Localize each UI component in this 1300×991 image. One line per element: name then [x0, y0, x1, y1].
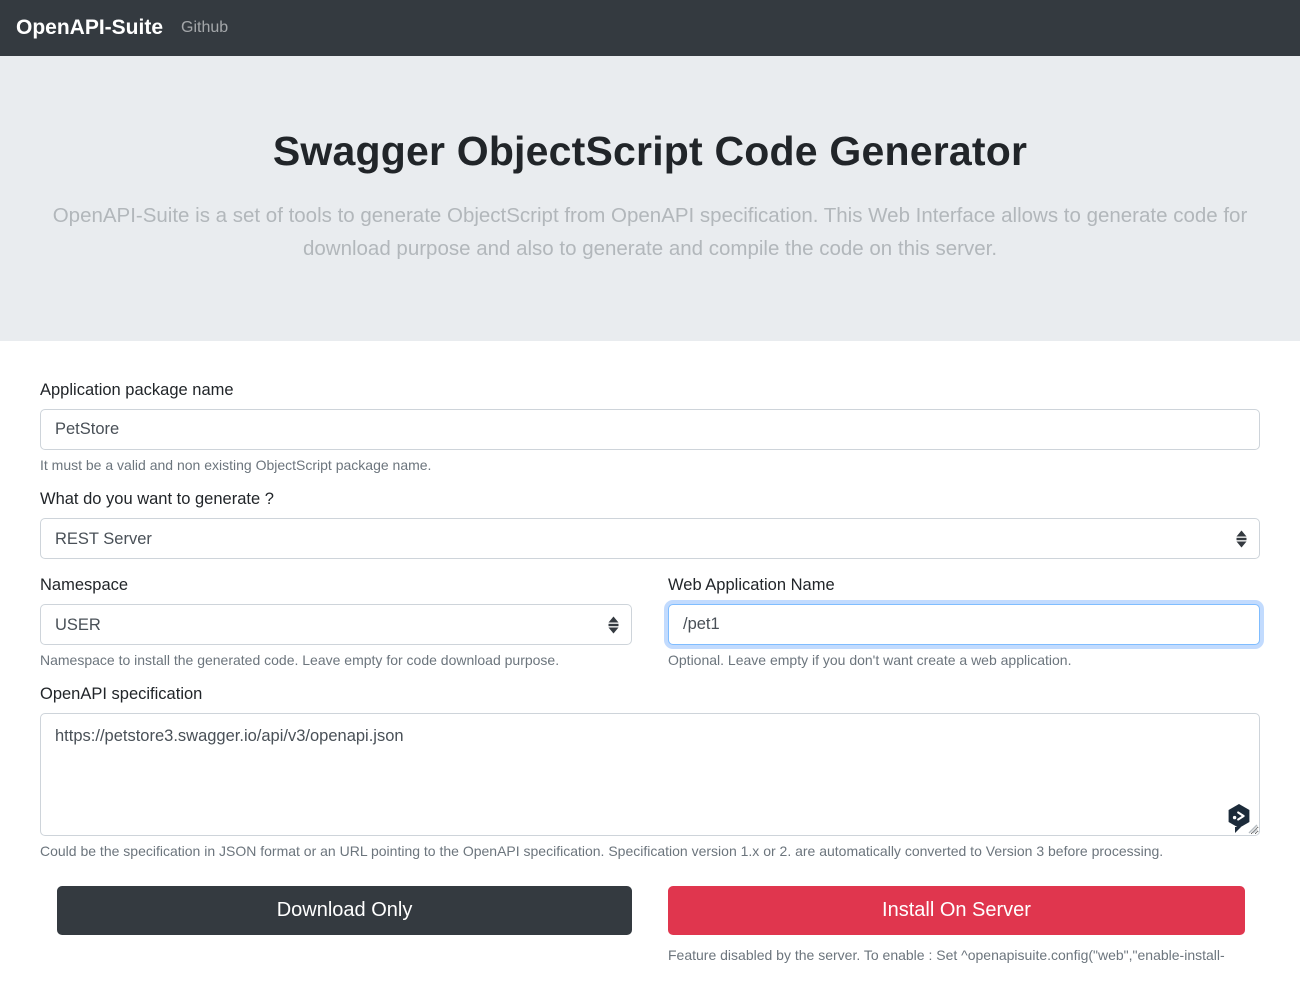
generate-type-select[interactable]: REST Server: [40, 518, 1260, 559]
webapp-group: Web Application Name Optional. Leave emp…: [668, 576, 1260, 668]
spec-help: Could be the specification in JSON forma…: [40, 843, 1260, 859]
spec-textarea[interactable]: https://petstore3.swagger.io/api/v3/open…: [40, 713, 1260, 836]
package-name-help: It must be a valid and non existing Obje…: [40, 457, 1260, 473]
namespace-label: Namespace: [40, 576, 128, 595]
spec-label: OpenAPI specification: [40, 685, 202, 704]
download-only-button[interactable]: Download Only: [57, 886, 632, 935]
page-title: Swagger ObjectScript Code Generator: [37, 128, 1263, 175]
namespace-help: Namespace to install the generated code.…: [40, 652, 632, 668]
namespace-select[interactable]: USER: [40, 604, 632, 645]
spec-group: OpenAPI specification https://petstore3.…: [40, 685, 1260, 859]
generator-form: Application package name It must be a va…: [40, 341, 1260, 963]
hexagon-code-badge-icon[interactable]: [1225, 803, 1253, 833]
package-name-input[interactable]: [40, 409, 1260, 450]
package-name-label: Application package name: [40, 381, 234, 400]
navbar-link-github[interactable]: Github: [181, 19, 228, 37]
webapp-name-input[interactable]: [668, 604, 1260, 645]
navbar-brand[interactable]: OpenAPI-Suite: [16, 16, 163, 40]
install-button-col: Install On Server Feature disabled by th…: [668, 886, 1260, 963]
namespace-group: Namespace USER Namespace to install the …: [40, 576, 632, 668]
install-on-server-button[interactable]: Install On Server: [668, 886, 1245, 935]
webapp-name-label: Web Application Name: [668, 576, 835, 595]
generate-type-group: What do you want to generate ? REST Serv…: [40, 490, 1260, 559]
install-disabled-help: Feature disabled by the server. To enabl…: [668, 947, 1260, 963]
generate-type-label: What do you want to generate ?: [40, 490, 274, 509]
webapp-name-help: Optional. Leave empty if you don't want …: [668, 652, 1260, 668]
package-name-group: Application package name It must be a va…: [40, 381, 1260, 473]
navbar: OpenAPI-Suite Github: [0, 0, 1300, 56]
download-button-col: Download Only: [40, 886, 632, 963]
page-description: OpenAPI-Suite is a set of tools to gener…: [37, 199, 1263, 265]
hero-jumbotron: Swagger ObjectScript Code Generator Open…: [0, 56, 1300, 341]
